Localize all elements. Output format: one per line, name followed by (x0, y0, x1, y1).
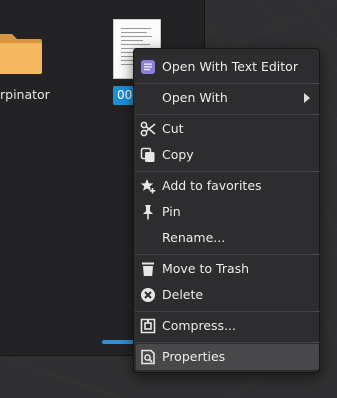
folder-icon[interactable] (0, 24, 44, 76)
scissors-icon (140, 121, 156, 137)
delete-icon (141, 288, 155, 302)
menu-item-cut[interactable]: Cut (136, 116, 319, 142)
menu-item-label: Pin (162, 204, 181, 219)
menu-item-pin[interactable]: Pin (136, 199, 319, 225)
menu-item-label: Delete (162, 287, 204, 302)
context-menu: Open With Text Editor Open With Cut Copy… (133, 48, 320, 373)
copy-icon (140, 147, 155, 162)
menu-item-label: Cut (162, 121, 184, 136)
menu-separator (135, 311, 320, 312)
menu-item-label: Open With Text Editor (162, 59, 298, 74)
menu-item-label: Properties (162, 349, 226, 364)
properties-icon (141, 349, 155, 365)
menu-item-label: Copy (162, 147, 194, 162)
menu-separator (135, 171, 320, 172)
menu-separator (135, 342, 320, 343)
star-plus-icon (140, 179, 156, 194)
chevron-right-icon (304, 93, 310, 103)
text-editor-icon (141, 60, 155, 74)
menu-separator (135, 83, 320, 84)
trash-icon (142, 262, 154, 276)
menu-item-compress[interactable]: Compress... (136, 313, 319, 339)
pin-icon (143, 205, 153, 220)
menu-separator (135, 114, 320, 115)
menu-item-label: Rename... (162, 230, 226, 245)
menu-item-copy[interactable]: Copy (136, 142, 319, 168)
menu-item-move-to-trash[interactable]: Move to Trash (136, 256, 319, 282)
menu-item-properties[interactable]: Properties (136, 344, 319, 370)
menu-item-label: Open With (162, 90, 228, 105)
menu-item-label: Move to Trash (162, 261, 250, 276)
menu-item-open-with-text-editor[interactable]: Open With Text Editor (136, 54, 319, 80)
menu-item-add-to-favorites[interactable]: Add to favorites (136, 173, 319, 199)
menu-item-label: Compress... (162, 318, 236, 333)
menu-item-open-with[interactable]: Open With (136, 85, 319, 111)
menu-item-label: Add to favorites (162, 178, 262, 193)
menu-separator (135, 254, 320, 255)
menu-item-delete[interactable]: Delete (136, 282, 319, 308)
folder-name-label[interactable]: rpinator (0, 87, 50, 102)
menu-item-rename[interactable]: Rename... (136, 225, 319, 251)
archive-icon (140, 318, 156, 334)
